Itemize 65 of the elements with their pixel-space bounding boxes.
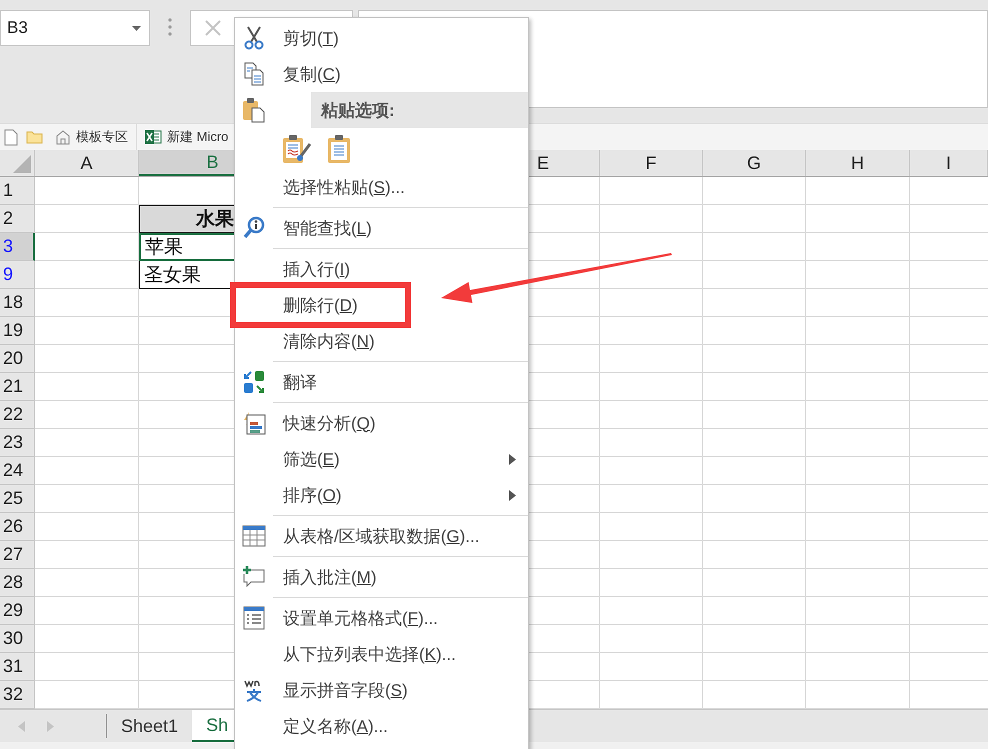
sheet-tab[interactable]: Sheet1 <box>107 710 192 742</box>
scroll-left-icon[interactable] <box>18 720 25 732</box>
row-header[interactable]: 30 <box>0 625 35 653</box>
menu-item[interactable]: 复制(C) <box>273 62 341 86</box>
drag-handle-icon <box>168 18 172 36</box>
menu-item[interactable]: 显示拼音字段(S) <box>273 678 408 702</box>
select-all-icon[interactable] <box>13 155 31 173</box>
row-header[interactable]: 31 <box>0 653 35 681</box>
row-header[interactable]: 18 <box>0 289 35 317</box>
clipboard-icon <box>242 97 266 123</box>
row-header[interactable]: 27 <box>0 541 35 569</box>
row-header[interactable]: 29 <box>0 597 35 625</box>
menu-item[interactable]: 设置单元格格式(F)... <box>273 606 438 630</box>
name-box[interactable]: B3 <box>0 10 150 46</box>
menu-section-header: 粘贴选项: <box>311 92 528 128</box>
menu-item[interactable]: 定义名称(A)... <box>273 714 388 738</box>
menu-item[interactable]: 从表格/区域获取数据(G)... <box>273 524 480 548</box>
column-header[interactable]: F <box>600 150 703 176</box>
row-header[interactable]: 21 <box>0 373 35 401</box>
menu-item[interactable]: 排序(O) <box>273 484 342 506</box>
menu-item[interactable]: 快速分析(Q) <box>273 412 376 434</box>
dropdown-caret-icon <box>132 26 141 30</box>
bookmark-link[interactable]: 新建 Micro <box>167 128 228 146</box>
menu-item[interactable]: 选择性粘贴(S)... <box>273 176 405 198</box>
row-header[interactable]: 9 <box>0 261 35 289</box>
home-icon <box>55 129 71 145</box>
menu-item[interactable]: 插入批注(M) <box>273 566 377 588</box>
clipboard-icon <box>326 134 352 164</box>
row-header[interactable]: 3 <box>0 233 35 261</box>
format-cells-icon <box>243 606 265 630</box>
menu-item[interactable]: 清除内容(N) <box>273 330 375 352</box>
copy-icon <box>243 62 265 86</box>
file-icon[interactable] <box>4 128 18 146</box>
scroll-right-icon[interactable] <box>47 720 54 732</box>
table-icon <box>242 524 266 548</box>
menu-item[interactable]: 筛选(E) <box>273 448 340 470</box>
search-icon <box>243 216 265 240</box>
row-header[interactable]: 1 <box>0 177 35 205</box>
cancel-icon[interactable] <box>205 20 221 36</box>
row-header[interactable]: 23 <box>0 429 35 457</box>
scissors-icon <box>243 26 265 50</box>
comment-icon <box>242 565 266 589</box>
clipboard-brush-icon <box>282 134 312 164</box>
paste-option-button[interactable] <box>281 132 313 164</box>
row-header[interactable]: 20 <box>0 345 35 373</box>
row-header[interactable]: 32 <box>0 681 35 709</box>
row-header[interactable]: 25 <box>0 485 35 513</box>
row-header[interactable]: 19 <box>0 317 35 345</box>
row-header[interactable]: 24 <box>0 457 35 485</box>
row-header[interactable]: 28 <box>0 569 35 597</box>
translate-icon <box>243 370 265 394</box>
bookmark-link[interactable]: 模板专区 <box>76 128 128 146</box>
column-header[interactable]: G <box>703 150 806 176</box>
row-header[interactable]: 2 <box>0 205 35 233</box>
row-header[interactable]: 26 <box>0 513 35 541</box>
column-header[interactable]: I <box>910 150 988 176</box>
column-header[interactable]: H <box>806 150 910 176</box>
menu-item[interactable]: 删除行(D) <box>273 294 358 316</box>
row-header[interactable]: 22 <box>0 401 35 429</box>
folder-icon[interactable] <box>26 130 43 144</box>
menu-item[interactable]: 从下拉列表中选择(K)... <box>273 642 456 666</box>
quick-analysis-icon <box>242 411 266 435</box>
spreadsheet-icon <box>145 129 162 145</box>
menu-item[interactable]: 剪切(T) <box>273 26 339 50</box>
menu-item[interactable]: 翻译 <box>273 370 317 394</box>
